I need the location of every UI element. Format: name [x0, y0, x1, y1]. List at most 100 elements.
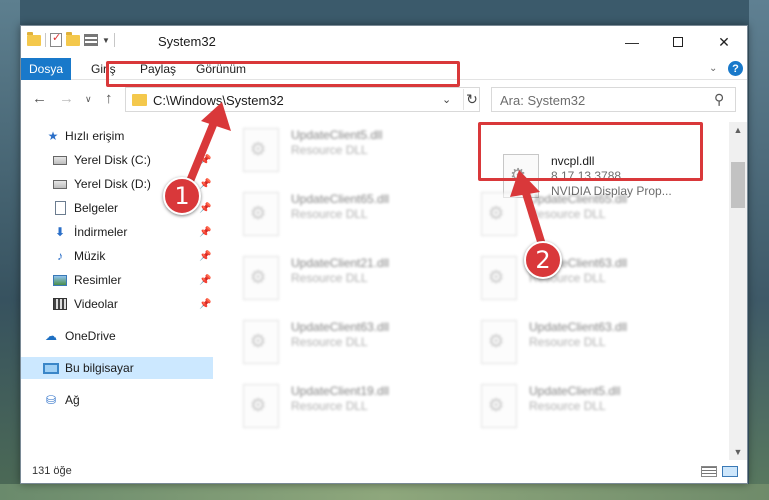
sidebar-item-videos[interactable]: Videolar 📌: [21, 293, 213, 315]
sidebar-item-label: Videolar: [74, 297, 118, 311]
downloads-icon: ⬇: [54, 225, 66, 239]
dll-file-icon: [243, 192, 279, 236]
file-item[interactable]: UpdateClient63.dll Resource DLL: [481, 316, 713, 374]
pin-icon[interactable]: 📌: [199, 155, 211, 166]
forward-button[interactable]: →: [59, 90, 74, 107]
tab-file[interactable]: Dosya: [21, 58, 71, 80]
help-icon[interactable]: ?: [728, 61, 743, 76]
folder-icon: [27, 31, 41, 46]
large-icons-view-icon[interactable]: [722, 466, 738, 477]
file-item[interactable]: UpdateClient21.dll Resource DLL: [243, 252, 475, 310]
dll-file-icon: [481, 384, 517, 428]
sidebar-item-local-disk-c[interactable]: Yerel Disk (C:) 📌: [21, 149, 213, 171]
dll-file-icon: [243, 384, 279, 428]
new-folder-icon[interactable]: [66, 31, 80, 46]
refresh-button[interactable]: ↻: [463, 89, 480, 110]
file-highlight-box: [478, 122, 703, 181]
folder-icon: [132, 94, 147, 106]
file-name: UpdateClient63.dll: [529, 320, 628, 334]
minimize-icon: —: [625, 34, 639, 50]
address-highlight-box: [106, 61, 460, 87]
music-icon: ♪: [57, 249, 63, 263]
drive-icon: [52, 177, 68, 191]
desktop-background: [0, 0, 20, 500]
window-title: System32: [158, 34, 216, 49]
sidebar-item-label: Belgeler: [74, 201, 119, 215]
up-button[interactable]: ↑: [105, 90, 113, 107]
divider: [45, 33, 46, 47]
pin-icon[interactable]: 📌: [199, 179, 211, 190]
status-bar: 131 öğe: [21, 461, 747, 483]
file-name: UpdateClient65.dll: [529, 192, 628, 206]
search-input[interactable]: Ara: System32 ⚲: [491, 87, 736, 112]
details-view-icon[interactable]: [701, 466, 717, 477]
recent-locations-button[interactable]: ∨: [85, 94, 92, 105]
chevron-down-icon[interactable]: ▼: [102, 36, 110, 45]
expand-ribbon-icon[interactable]: ⌄: [709, 63, 717, 74]
file-name: UpdateClient5.dll: [291, 128, 383, 142]
sidebar-item-label: OneDrive: [65, 329, 116, 343]
sidebar-item-music[interactable]: ♪ Müzik 📌: [21, 245, 213, 267]
scrollbar-thumb[interactable]: [731, 162, 745, 208]
sidebar-item-this-pc[interactable]: Bu bilgisayar: [21, 357, 213, 379]
scroll-down-icon[interactable]: ▼: [729, 444, 747, 460]
file-item[interactable]: UpdateClient19.dll Resource DLL: [243, 380, 475, 438]
scroll-up-icon[interactable]: ▲: [729, 122, 747, 138]
properties-icon[interactable]: [50, 31, 62, 47]
sidebar-item-quick-access[interactable]: ★ Hızlı erişim: [21, 125, 213, 147]
address-bar[interactable]: C:\Windows\System32 ⌄ ↻: [125, 87, 480, 112]
quick-access-toolbar: ▼: [27, 31, 115, 47]
navigation-pane: ★ Hızlı erişim Yerel Disk (C:) 📌 Yerel D…: [21, 122, 213, 462]
file-item[interactable]: UpdateClient65.dll Resource DLL: [243, 188, 475, 246]
sidebar-item-label: Hızlı erişim: [65, 129, 125, 143]
sidebar-item-network[interactable]: ⛁ Ağ: [21, 389, 213, 411]
file-name: UpdateClient65.dll: [291, 192, 390, 206]
vertical-scrollbar[interactable]: ▲ ▼: [729, 122, 747, 460]
pin-icon[interactable]: 📌: [199, 275, 211, 286]
pictures-icon: [52, 273, 68, 287]
address-path[interactable]: C:\Windows\System32: [153, 93, 284, 108]
file-type: Resource DLL: [291, 399, 368, 413]
dll-file-icon: [481, 192, 517, 236]
dll-file-icon: [243, 128, 279, 172]
view-icon[interactable]: [84, 34, 98, 46]
file-item[interactable]: UpdateClient5.dll Resource DLL: [243, 124, 475, 182]
close-icon: ✕: [718, 33, 730, 50]
title-bar: ▼ System32 — ✕: [21, 26, 747, 58]
taskbar-edge: [0, 484, 769, 500]
close-button[interactable]: ✕: [701, 26, 747, 58]
computer-icon: [43, 361, 59, 375]
back-button[interactable]: ←: [32, 90, 47, 107]
step-2-badge: 2: [524, 241, 562, 279]
file-type: Resource DLL: [529, 399, 606, 413]
file-item[interactable]: UpdateClient5.dll Resource DLL: [481, 380, 713, 438]
pin-icon[interactable]: 📌: [199, 227, 211, 238]
drive-icon: [52, 153, 68, 167]
pin-icon[interactable]: 📌: [199, 299, 211, 310]
minimize-button[interactable]: —: [609, 26, 655, 58]
sidebar-item-label: Yerel Disk (C:): [74, 153, 151, 167]
pin-icon[interactable]: 📌: [199, 203, 211, 214]
dll-file-icon: [481, 320, 517, 364]
cloud-icon: ☁: [45, 329, 57, 343]
file-item[interactable]: UpdateClient63.dll Resource DLL: [481, 252, 713, 310]
file-type: Resource DLL: [291, 207, 368, 221]
file-item[interactable]: UpdateClient65.dll Resource DLL: [481, 188, 713, 246]
file-item[interactable]: UpdateClient63.dll Resource DLL: [243, 316, 475, 374]
file-type: Resource DLL: [291, 335, 368, 349]
sidebar-item-pictures[interactable]: Resimler 📌: [21, 269, 213, 291]
sidebar-item-label: İndirmeler: [74, 225, 128, 239]
videos-icon: [52, 297, 68, 311]
search-icon[interactable]: ⚲: [714, 91, 724, 108]
pin-icon[interactable]: 📌: [199, 251, 211, 262]
file-type: Resource DLL: [291, 143, 368, 157]
sidebar-item-onedrive[interactable]: ☁ OneDrive: [21, 325, 213, 347]
chevron-down-icon[interactable]: ⌄: [442, 93, 451, 106]
file-type: Resource DLL: [529, 207, 606, 221]
maximize-button[interactable]: [655, 26, 701, 58]
search-placeholder: Ara: System32: [500, 93, 586, 108]
dll-file-icon: [243, 320, 279, 364]
sidebar-item-downloads[interactable]: ⬇ İndirmeler 📌: [21, 221, 213, 243]
file-explorer-window: ▼ System32 — ✕ Dosya Giriş Paylaş Görünü…: [20, 25, 748, 484]
file-name: UpdateClient5.dll: [529, 384, 621, 398]
